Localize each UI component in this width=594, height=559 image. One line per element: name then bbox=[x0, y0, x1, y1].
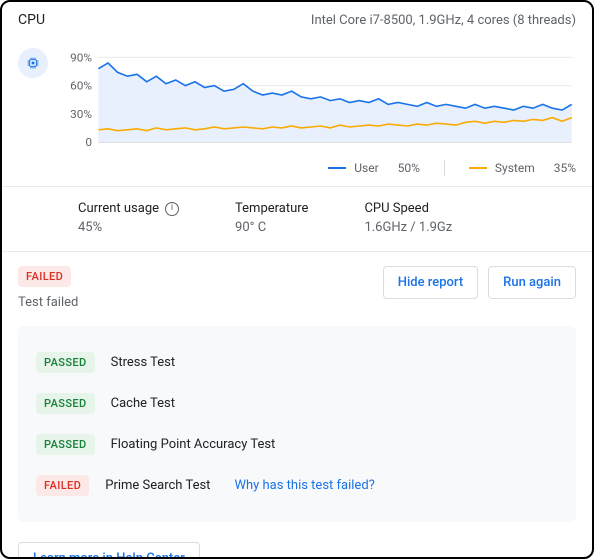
overall-status-badge: FAILED bbox=[18, 266, 71, 287]
chart-legend: User 50% System 35% bbox=[2, 154, 592, 186]
test-summary-row: FAILED Test failed Hide report Run again bbox=[2, 252, 592, 310]
stat-usage-value: 45% bbox=[78, 220, 179, 235]
test-item: PASSED Floating Point Accuracy Test bbox=[36, 424, 558, 465]
test-name: Prime Search Test bbox=[105, 478, 210, 493]
test-status-badge: PASSED bbox=[36, 393, 95, 414]
legend-user-name: User bbox=[354, 161, 378, 175]
stat-speed: CPU Speed 1.6GHz / 1.9Gz bbox=[364, 201, 452, 235]
help-center-link[interactable]: Learn more in Help Center bbox=[18, 542, 200, 559]
cpu-card: CPU Intel Core i7-8500, 1.9GHz, 4 cores … bbox=[0, 0, 594, 559]
cpu-chip-icon bbox=[18, 48, 48, 78]
test-help-link[interactable]: Why has this test failed? bbox=[234, 478, 374, 493]
svg-text:30%: 30% bbox=[70, 107, 92, 121]
svg-text:90%: 90% bbox=[70, 51, 92, 65]
stat-usage-label: Current usage bbox=[78, 201, 159, 216]
cpu-model: Intel Core i7-8500, 1.9GHz, 4 cores (8 t… bbox=[311, 13, 576, 28]
test-item: PASSED Cache Test bbox=[36, 383, 558, 424]
legend-user: User 50% bbox=[328, 160, 420, 176]
stat-usage: Current usage i 45% bbox=[78, 201, 179, 235]
test-name: Floating Point Accuracy Test bbox=[111, 437, 276, 452]
svg-text:0: 0 bbox=[85, 135, 92, 149]
test-item: FAILED Prime Search Test Why has this test… bbox=[36, 465, 558, 506]
test-status-badge: PASSED bbox=[36, 352, 95, 373]
card-header: CPU Intel Core i7-8500, 1.9GHz, 4 cores … bbox=[2, 2, 592, 36]
stats-row: Current usage i 45% Temperature 90° C CP… bbox=[2, 187, 592, 251]
test-status-badge: PASSED bbox=[36, 434, 95, 455]
stat-temp-value: 90° C bbox=[235, 220, 308, 235]
stat-speed-label: CPU Speed bbox=[364, 201, 452, 216]
test-name: Cache Test bbox=[111, 396, 175, 411]
cpu-usage-chart: 0 30% 60% 90% bbox=[62, 44, 576, 154]
hide-report-button[interactable]: Hide report bbox=[383, 266, 478, 299]
stat-speed-value: 1.6GHz / 1.9Gz bbox=[364, 220, 452, 235]
legend-system-name: System bbox=[495, 161, 535, 175]
chart-area: 0 30% 60% 90% bbox=[2, 36, 592, 154]
test-summary-text: Test failed bbox=[18, 295, 78, 310]
tests-panel: PASSED Stress Test PASSED Cache Test PASSED F… bbox=[18, 326, 576, 522]
test-item: PASSED Stress Test bbox=[36, 342, 558, 383]
test-status-badge: FAILED bbox=[36, 475, 89, 496]
stat-temp-label: Temperature bbox=[235, 201, 308, 216]
test-name: Stress Test bbox=[111, 355, 176, 370]
legend-system-value: 35% bbox=[554, 161, 576, 175]
stat-temp: Temperature 90° C bbox=[235, 201, 308, 235]
info-icon[interactable]: i bbox=[165, 202, 179, 216]
legend-system: System 35% bbox=[469, 160, 576, 176]
legend-user-value: 50% bbox=[398, 161, 420, 175]
svg-text:60%: 60% bbox=[70, 79, 92, 93]
card-title: CPU bbox=[18, 12, 45, 28]
run-again-button[interactable]: Run again bbox=[488, 266, 576, 299]
